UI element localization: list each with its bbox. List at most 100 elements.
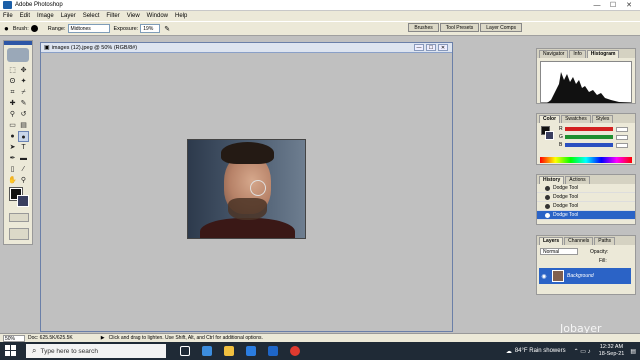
file-explorer-icon[interactable]	[224, 346, 234, 356]
weather-text[interactable]: 84°F Rain showers	[515, 348, 566, 354]
channel-b-value[interactable]	[616, 142, 628, 148]
doc-close-button[interactable]: ✕	[438, 44, 448, 51]
opacity-label: Opacity:	[590, 248, 609, 255]
tab-paths[interactable]: Paths	[594, 237, 616, 245]
zoom-tool-icon[interactable]: ⚲	[18, 175, 29, 186]
play-arrow-icon[interactable]: ▶	[101, 335, 105, 341]
menu-file[interactable]: File	[3, 13, 13, 19]
doc-minimize-button[interactable]: —	[414, 44, 424, 51]
tab-layers[interactable]: Layers	[539, 237, 564, 245]
minimize-button[interactable]: —	[590, 0, 604, 11]
channel-g-bar[interactable]	[565, 135, 613, 139]
color-background-swatch[interactable]	[545, 131, 554, 140]
tab-color[interactable]: Color	[539, 115, 561, 123]
history-item[interactable]: Dodge Tool	[537, 193, 635, 202]
channel-r-value[interactable]	[616, 126, 628, 132]
dodge-icon	[545, 204, 550, 209]
tab-channels[interactable]: Channels	[564, 237, 594, 245]
doc-maximize-button[interactable]: ☐	[426, 44, 436, 51]
background-color-swatch[interactable]	[17, 195, 29, 207]
gradient-tool-icon[interactable]: ▤	[18, 120, 29, 131]
tab-history[interactable]: History	[539, 176, 565, 184]
blend-mode-select[interactable]: Normal	[540, 248, 578, 255]
shape-tool-icon[interactable]: ▬	[18, 153, 29, 164]
adobe-feather-icon[interactable]	[7, 48, 29, 62]
blur-tool-icon[interactable]: ●	[7, 131, 18, 142]
quick-mask-toggle[interactable]	[9, 213, 29, 222]
canvas-image-portrait[interactable]	[187, 139, 306, 239]
slider-g[interactable]: G	[559, 134, 628, 140]
brush-tool-icon[interactable]: ✎	[18, 98, 29, 109]
taskbar-search[interactable]: ⌕ Type here to search	[26, 344, 166, 358]
windows-start-icon[interactable]	[4, 344, 18, 358]
clock[interactable]: 12:32 AM 18-Sep-21	[599, 344, 625, 358]
maximize-button[interactable]: ☐	[606, 0, 620, 11]
doc-size[interactable]: Doc: 625.5K/625.5K	[28, 335, 73, 341]
menu-help[interactable]: Help	[175, 13, 187, 19]
type-tool-icon[interactable]: T	[18, 142, 29, 153]
recorder-icon[interactable]	[290, 346, 300, 356]
brush-picker[interactable]	[30, 25, 38, 32]
magic-wand-icon[interactable]: ✦	[18, 76, 29, 87]
layer-row-background[interactable]: ◉ Background	[539, 268, 631, 284]
move-tool-icon[interactable]: ✥	[18, 65, 29, 76]
menu-window[interactable]: Window	[147, 13, 168, 19]
slider-b[interactable]: B	[559, 142, 628, 148]
menu-select[interactable]: Select	[83, 13, 100, 19]
task-view-icon[interactable]	[180, 346, 190, 356]
notification-icon[interactable]: ▤	[630, 348, 636, 355]
hand-tool-icon[interactable]: ✋	[7, 175, 18, 186]
range-select[interactable]: Midtones	[67, 24, 110, 33]
menu-layer[interactable]: Layer	[61, 13, 76, 19]
airbrush-icon[interactable]: ✎	[164, 25, 170, 33]
crop-tool-icon[interactable]: ⌗	[7, 87, 18, 98]
channel-r-bar[interactable]	[565, 127, 613, 131]
menu-view[interactable]: View	[127, 13, 140, 19]
tab-swatches[interactable]: Swatches	[561, 115, 591, 123]
dodge-tool-icon[interactable]: ●	[18, 131, 29, 142]
menu-edit[interactable]: Edit	[20, 13, 30, 19]
tab-actions[interactable]: Actions	[565, 176, 590, 184]
toolbox-header[interactable]	[4, 41, 32, 45]
marquee-tool-icon[interactable]: ⬚	[7, 65, 18, 76]
history-item-label: Dodge Tool	[553, 194, 579, 200]
tab-navigator[interactable]: Navigator	[539, 50, 569, 58]
tab-info[interactable]: Info	[569, 50, 586, 58]
lasso-tool-icon[interactable]: ʘ	[7, 76, 18, 87]
photoshop-taskbar-icon[interactable]	[268, 346, 278, 356]
menu-filter[interactable]: Filter	[106, 13, 119, 19]
eyedropper-icon[interactable]: ⁄	[18, 164, 29, 175]
history-item[interactable]: Dodge Tool	[537, 202, 635, 211]
menu-image[interactable]: Image	[37, 13, 54, 19]
close-button[interactable]: ✕	[622, 0, 636, 11]
history-brush-icon[interactable]: ↺	[18, 109, 29, 120]
edge-icon[interactable]	[202, 346, 212, 356]
screen-mode-buttons[interactable]	[9, 228, 29, 240]
healing-brush-icon[interactable]: ✚	[7, 98, 18, 109]
store-icon[interactable]	[246, 346, 256, 356]
dodge-tool-preset-icon[interactable]: ●	[4, 24, 9, 33]
clone-stamp-icon[interactable]: ⚲	[7, 109, 18, 120]
zoom-field[interactable]: 50%	[3, 334, 25, 342]
slider-r[interactable]: R	[559, 126, 628, 132]
eye-icon[interactable]: ◉	[539, 273, 549, 280]
path-select-icon[interactable]: ➤	[7, 142, 18, 153]
document-titlebar[interactable]: ▣ images (12).jpeg @ 50% (RGB/8#) — ☐ ✕	[41, 43, 452, 53]
history-item[interactable]: Dodge Tool	[537, 184, 635, 193]
pen-tool-icon[interactable]: ✒	[7, 153, 18, 164]
notes-tool-icon[interactable]: ▯	[7, 164, 18, 175]
history-item-selected[interactable]: Dodge Tool	[537, 211, 635, 220]
well-layer-comps[interactable]: Layer Comps	[480, 23, 522, 32]
tray-icons[interactable]: ⌃ ▭ ♪	[574, 348, 591, 355]
well-brushes[interactable]: Brushes	[408, 23, 439, 32]
tab-styles[interactable]: Styles	[591, 115, 614, 123]
weather-icon[interactable]: ☁	[506, 348, 512, 355]
channel-g-value[interactable]	[616, 134, 628, 140]
tab-histogram[interactable]: Histogram	[586, 50, 620, 58]
eraser-tool-icon[interactable]: ▭	[7, 120, 18, 131]
color-spectrum-ramp[interactable]	[540, 157, 632, 163]
exposure-input[interactable]: 19%	[140, 24, 161, 33]
well-tool-presets[interactable]: Tool Presets	[439, 23, 480, 32]
slice-tool-icon[interactable]: ⌿	[18, 87, 29, 98]
channel-b-bar[interactable]	[565, 143, 613, 147]
